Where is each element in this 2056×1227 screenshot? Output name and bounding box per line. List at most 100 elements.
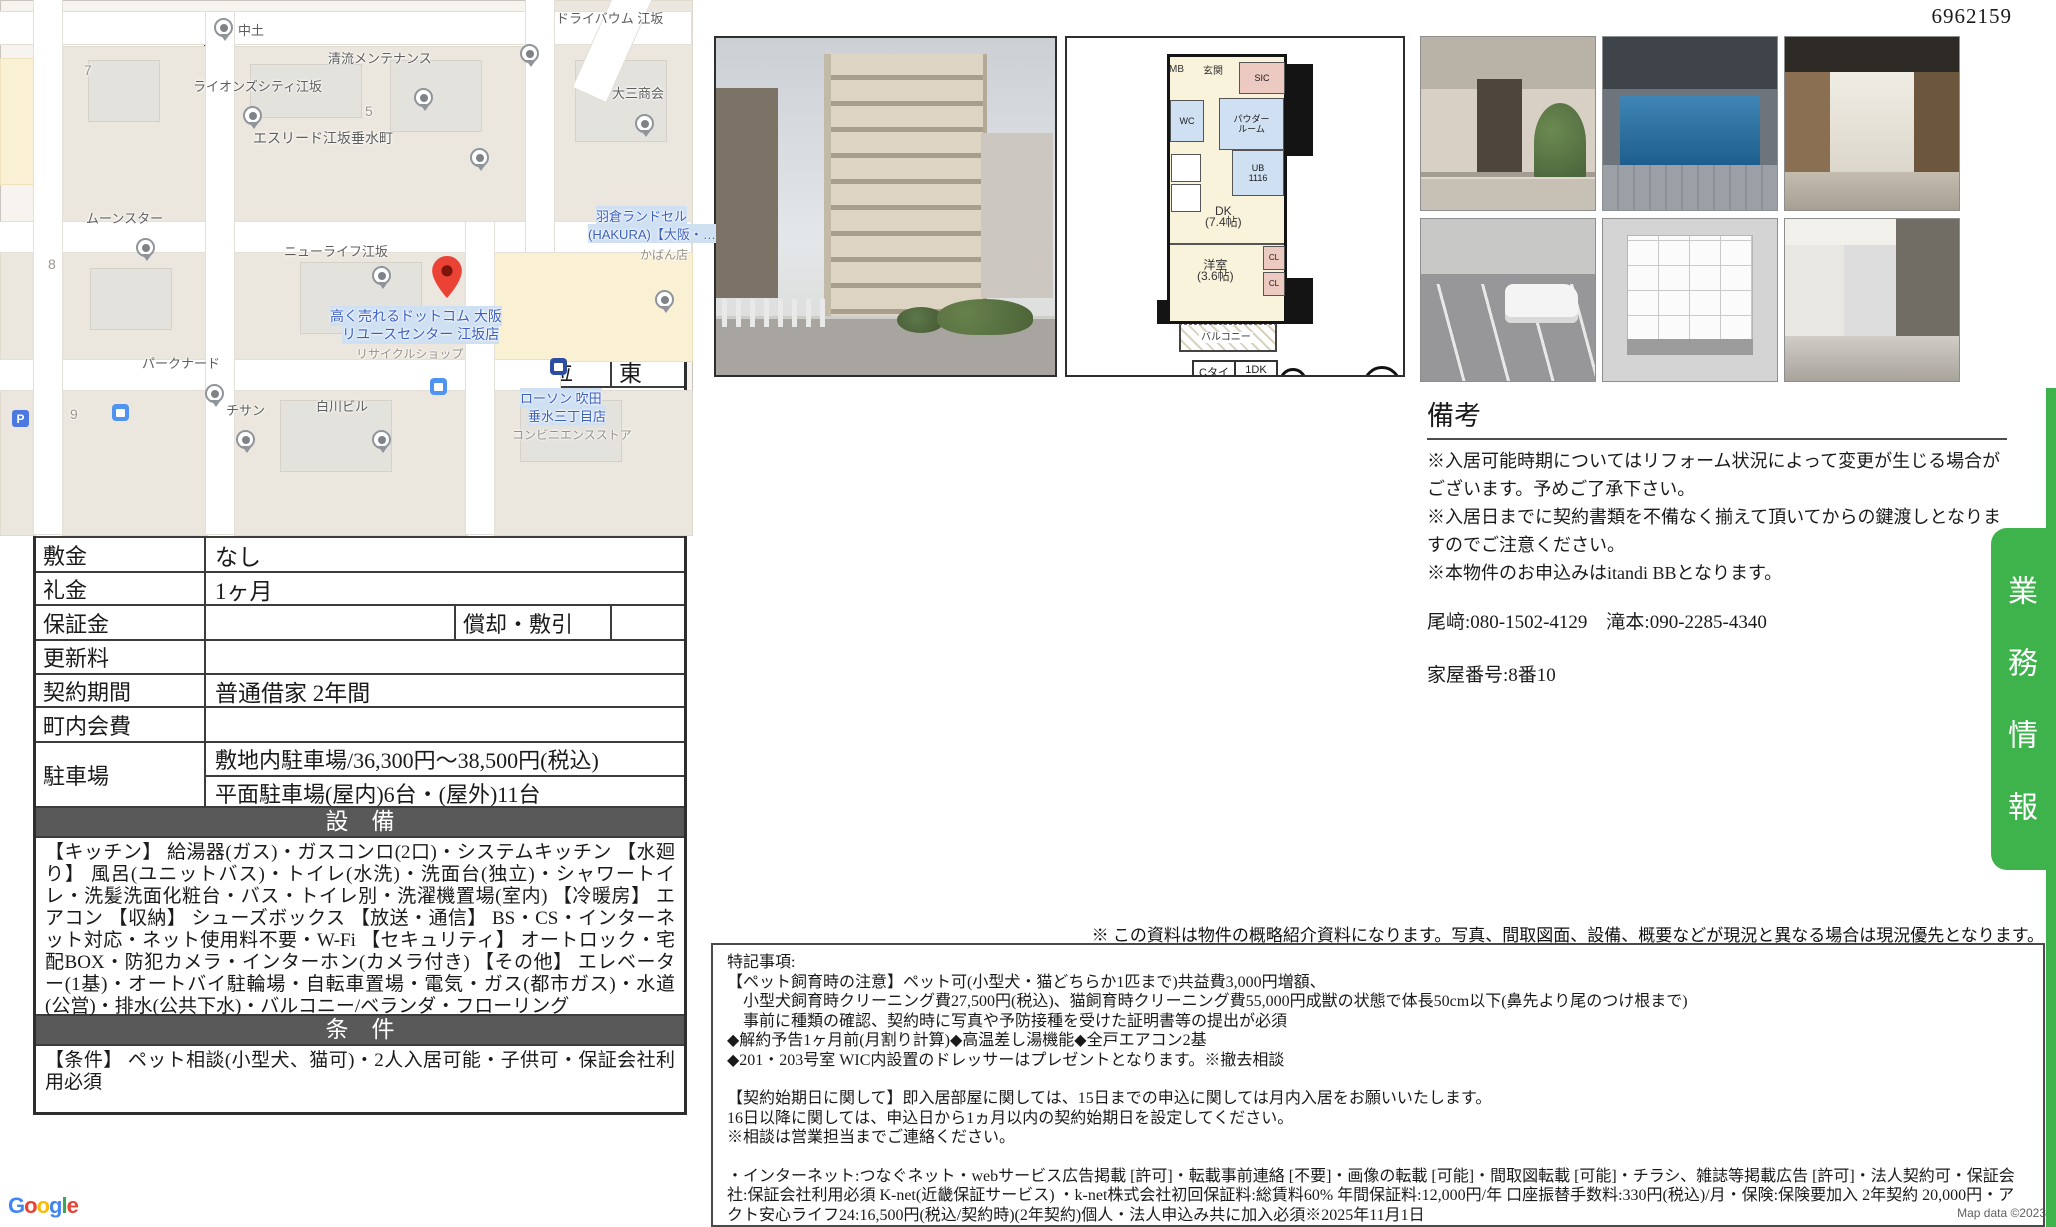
notes-line: 小型犬飼育時クリーニング費27,500円(税込)、猫飼育時クリーニング費55,0… <box>727 992 2029 1012</box>
map-label: 8 <box>48 256 56 272</box>
photo-art <box>1830 72 1914 172</box>
map-pin-icon <box>214 18 233 37</box>
map-road <box>526 0 554 252</box>
photo-art <box>1627 235 1752 341</box>
map-pin-icon <box>655 290 674 309</box>
map-building <box>88 60 160 122</box>
plan-layout: 1DK <box>1236 362 1276 377</box>
map-label: ドライバウム 江坂 <box>556 8 663 27</box>
side-panel-edge <box>2046 388 2056 1227</box>
map-label: 白川ビル <box>316 396 368 415</box>
map-label: ローソン 吹田 <box>520 388 602 407</box>
notes-line: ※相談は営業担当までご連絡ください。 <box>727 1128 2029 1148</box>
floorplan-balcony-label: バルコニー <box>1199 332 1253 343</box>
photo-neighbor-building <box>716 88 778 298</box>
photo-art <box>1505 284 1578 323</box>
row-label: 更新料 <box>36 641 206 673</box>
parking-icon: P <box>12 410 29 427</box>
row-value <box>206 606 456 639</box>
conditions-header: 条 件 <box>36 1016 684 1046</box>
floorplan-wall-block <box>1157 300 1170 324</box>
map-pin-icon <box>243 106 262 125</box>
map-road <box>466 222 494 534</box>
floorplan-powder-room: パウダー ルーム <box>1219 98 1284 150</box>
notes-line: 【ペット飼育時の注意】ペット可(小型犬・猫どちらか1匹まで)共益費3,000円増… <box>727 973 2029 993</box>
photo-lobby <box>1784 36 1960 211</box>
row-label: 保証金 <box>36 606 206 639</box>
photo-main-building <box>824 54 987 324</box>
floorplan-kitchen-fixture <box>1171 184 1201 212</box>
photo-art <box>1477 79 1522 172</box>
tab-business-info[interactable]: 業務情報 <box>1991 528 2047 870</box>
row-value: なし <box>206 538 684 571</box>
floorplan-wall-block <box>1285 64 1313 156</box>
row-value <box>612 606 684 639</box>
map-label: ライオンズシティ江坂 <box>193 76 322 95</box>
spacer <box>727 1070 2029 1089</box>
remarks-divider <box>1427 438 2007 440</box>
map-pin-icon <box>372 266 391 285</box>
map-pin-icon <box>236 430 255 449</box>
photo-hallway <box>1784 218 1960 382</box>
row-label: 敷金 <box>36 538 206 571</box>
map-block <box>62 390 208 536</box>
row-value: 普通借家 2年間 <box>206 675 684 706</box>
remarks-line: ※入居可能時期についてはリフォーム状況によって変更が生じる場合がございます。予め… <box>1427 447 2007 503</box>
floorplan-wc: WC <box>1170 100 1204 142</box>
photo-art <box>1914 72 1959 172</box>
map-pin-icon <box>205 384 224 403</box>
spacer <box>727 1148 2029 1167</box>
map-building <box>390 60 482 132</box>
photo-art <box>1785 172 1959 210</box>
notes-line: ◆201・203号室 WIC内設置のドレッサーはプレゼントとなります。※撤去相談 <box>727 1051 2029 1071</box>
photo-art <box>1785 336 1959 381</box>
location-map: P 中土 清流メンテナンス ライオンズシティ江坂 5 エスリード江坂垂水町 ドラ… <box>0 0 693 536</box>
floorplan-entrance-label: 玄関 <box>1203 66 1223 77</box>
table-row: 更新料 <box>36 641 684 675</box>
remarks-title: 備考 <box>1427 394 2007 433</box>
floorplan-wall-block <box>1285 278 1313 324</box>
row-label: 償却・敷引 <box>456 606 612 639</box>
map-label: コンビニエンスストア <box>512 426 632 443</box>
compass-icon: z <box>1279 368 1307 377</box>
map-destination-pin-icon <box>432 256 462 298</box>
row-label: 町内会費 <box>36 708 206 741</box>
notes-line: 16日以降に関しては、申込日から1ヵ月以内の契約始期日を設定してください。 <box>727 1109 2029 1129</box>
map-pin-icon <box>414 88 433 107</box>
floorplan-sic: SIC <box>1239 62 1285 94</box>
table-row: 敷金 なし <box>36 538 684 573</box>
notes-line: 【契約始期日に関して】即入居部屋に関しては、15日までの申込に関しては月内入居を… <box>727 1089 2029 1109</box>
map-label: チサン <box>226 400 265 419</box>
map-label: 5 <box>365 103 373 119</box>
table-row: 礼金 1ヶ月 <box>36 573 684 606</box>
map-pin-icon <box>136 238 155 257</box>
photo-parking <box>1420 218 1596 382</box>
compass-letter: z <box>1294 377 1299 378</box>
map-building <box>90 268 172 330</box>
photo-art <box>1785 37 1959 72</box>
map-label: かばん店 <box>640 246 688 263</box>
map-label: ムーンスター <box>86 208 163 227</box>
floorplan-bedroom-label: 洋室 (3.6帖) <box>1197 260 1234 282</box>
notes-line: 事前に種類の確認、契約時に写真や予防接種を受けた証明書等の提出が必須 <box>727 1012 2029 1032</box>
photo-art <box>1603 37 1777 89</box>
map-pin-icon <box>372 430 391 449</box>
photo-art <box>1785 245 1844 336</box>
map-block <box>0 58 36 185</box>
equipment-header: 設 備 <box>36 808 684 838</box>
map-label: 9 <box>70 406 78 422</box>
map-label: リサイクルショップ <box>356 345 463 362</box>
photo-art <box>1534 103 1586 183</box>
map-label: リユースセンター 江坂店 <box>342 324 499 344</box>
remarks-section: 備考 ※入居可能時期についてはリフォーム状況によって変更が生じる場合がございます… <box>1427 394 2007 687</box>
equipment-text: 【キッチン】 給湯器(ガス)・ガスコンロ(2口)・システムキッチン 【水廻り】 … <box>36 838 684 1016</box>
parking-line: 敷地内駐車場/36,300円〜38,500円(税込) <box>206 743 684 777</box>
map-label: 7 <box>84 62 92 78</box>
floorplan-divider <box>1170 243 1284 245</box>
notes-line: ◆解約予告1ヶ月前(月割り計算)◆高温差し湯機能◆全戸エアコン2基 <box>727 1031 2029 1051</box>
floorplan-closet: CL <box>1263 246 1285 270</box>
shop-icon <box>112 404 129 421</box>
shop-icon <box>430 378 447 395</box>
photo-shrub <box>937 299 1033 335</box>
photo-art <box>1421 219 1595 274</box>
